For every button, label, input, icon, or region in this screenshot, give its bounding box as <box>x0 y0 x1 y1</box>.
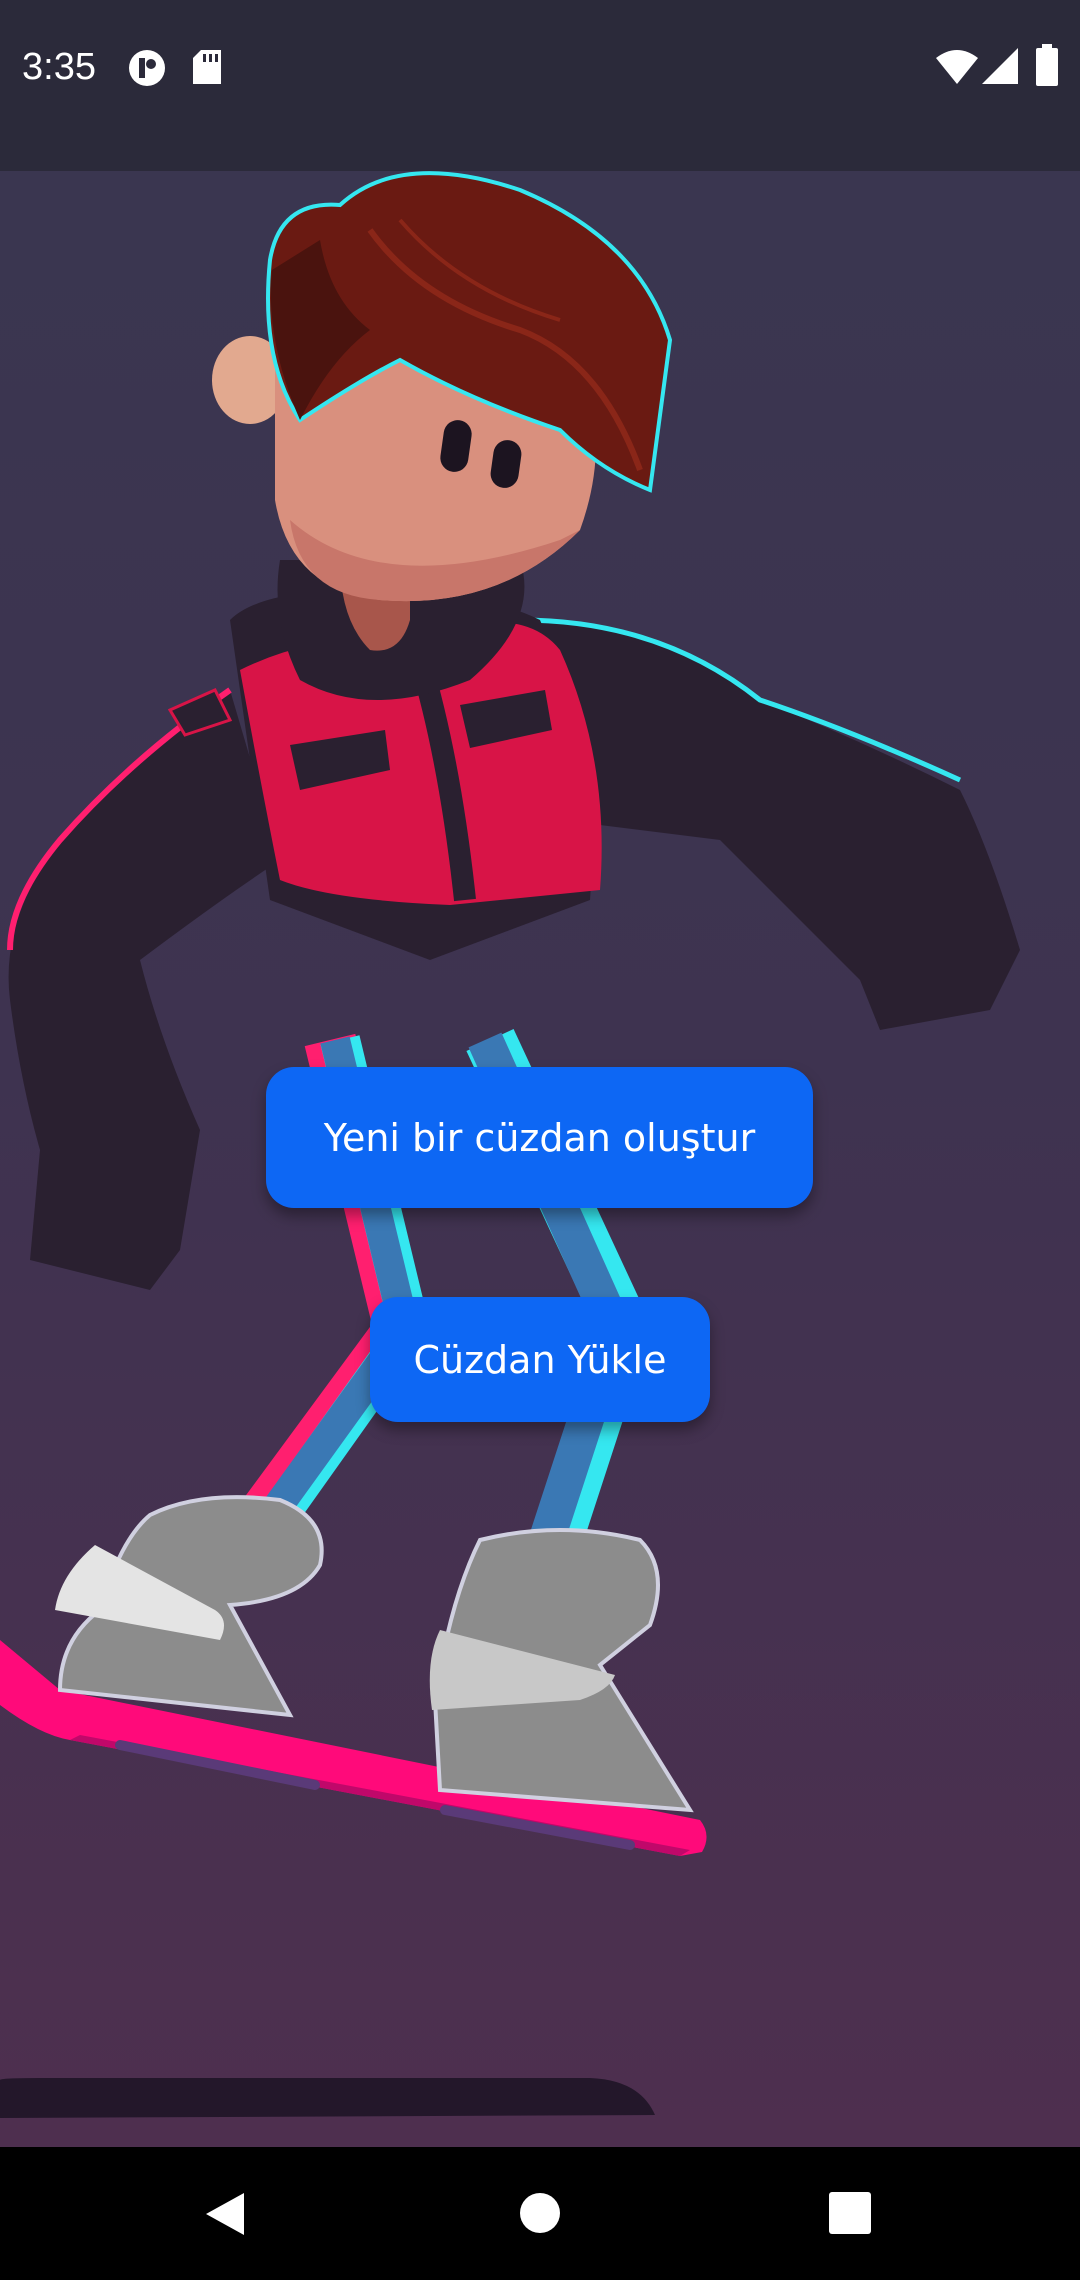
navigation-bar <box>0 2147 1080 2280</box>
battery-icon <box>1036 44 1058 90</box>
main-screen: Yeni bir cüzdan oluştur Cüzdan Yükle <box>0 171 1080 2147</box>
load-wallet-button[interactable]: Cüzdan Yükle <box>370 1297 710 1422</box>
back-icon[interactable] <box>204 2191 246 2241</box>
app-notification-icon <box>127 48 167 92</box>
home-icon[interactable] <box>519 2192 561 2238</box>
status-bar: 3:35 <box>0 0 1080 171</box>
signal-icon <box>982 48 1018 88</box>
wifi-icon <box>936 50 978 88</box>
recents-icon[interactable] <box>829 2192 871 2238</box>
sd-card-icon <box>193 50 223 90</box>
create-wallet-button[interactable]: Yeni bir cüzdan oluştur <box>266 1067 813 1208</box>
status-time: 3:35 <box>22 46 96 88</box>
